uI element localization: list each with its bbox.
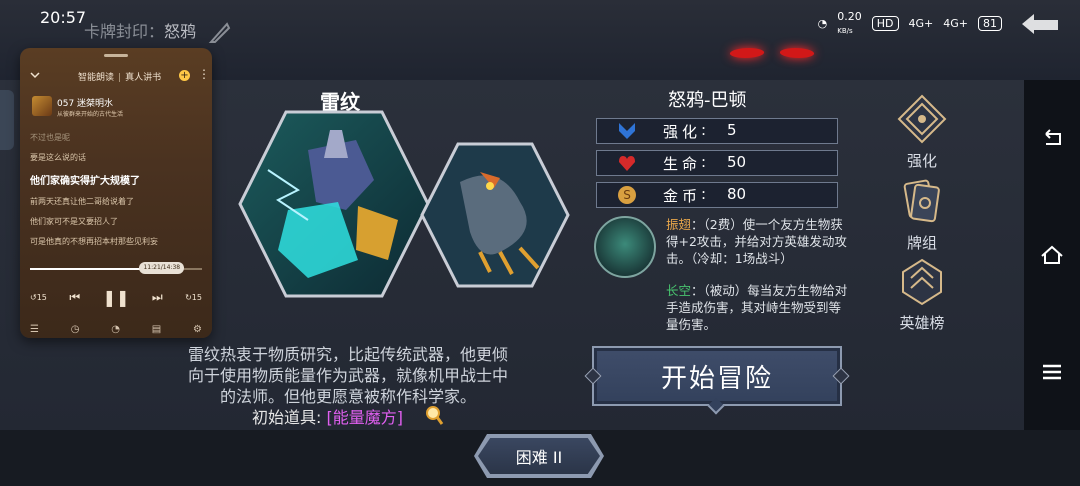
upgrade-icon [619,123,635,139]
stat-label: 强化 [663,123,702,141]
system-nav-bar [1024,80,1080,430]
signal-2: 4G+ [943,16,968,30]
stat-value: 5 [727,121,737,139]
next-icon[interactable]: ⏭ [152,290,163,305]
speed-value: 0.20 [837,10,862,23]
item-prefix: 初始道具: [252,408,322,427]
skill-icon-crow[interactable] [594,216,656,278]
forward-seconds: 15 [191,292,202,302]
network-speed: 0.20 KB/s [837,10,862,36]
svg-text:S: S [623,188,631,202]
back-icon [1045,129,1061,146]
pause-icon[interactable]: ❚❚ [103,288,130,307]
chevron-down-icon[interactable] [30,70,40,80]
nav-home-button[interactable] [1036,239,1068,271]
status-time: 20:57 [40,8,87,27]
lyric-line: 不过也是呢 [30,133,70,142]
book-icon[interactable]: ▤ [152,324,161,335]
lyric-line: 前两天还真让他二哥给说着了 [30,197,134,206]
tab-smart-reading[interactable]: 智能朗读 [78,73,114,83]
skill-name: 长空 [666,283,692,298]
enhance-emblem-icon [897,94,947,144]
heart-icon [619,156,635,171]
stat-gold: S 金币 : 80 [596,182,838,208]
starting-item: 初始道具: [能量魔方] [252,404,403,428]
status-bar: 20:57 ◔ 0.20 KB/s HD 4G+ 4G+ 81 [0,0,1080,36]
floating-audio-player[interactable]: 智能朗读 | 真人讲书 + ⋮ 057 迷桀明水 从彼群来开始的古代生活 不过也是呢… [20,48,212,338]
skill-text: ：（被动）每当友方生物给对手造成伤害，其对峙生物受到等量伤害。 [666,283,848,332]
stat-upgrade: 强化 : 5 [596,118,838,144]
speed-unit: KB/s [837,27,853,35]
hd-badge: HD [871,15,899,31]
start-adventure-button[interactable]: 开始冒险 [584,346,850,415]
speed-icon: ◔ [817,16,828,30]
card-description: 雷纹热衷于物质研究，比起传统武器，他更倾向于使用物质能量作为武器，就像机甲战士中… [187,345,508,406]
menu-label: 英雄榜 [899,314,945,332]
episode-title: 057 迷桀明水 [57,99,114,109]
battery-indicator: 81 [978,15,1002,31]
playback-progress[interactable]: 11:21/14:38 [30,262,202,274]
player-controls: ↺15 ⏮ ❚❚ ⏭ ↻15 [30,288,202,307]
menu-label: 强化 [906,152,937,170]
hero-ranking-emblem-icon [902,258,942,306]
left-edge-tab[interactable] [0,90,14,150]
lyric-line: 可是他真的不想再招本村那些见利妄 [30,237,158,246]
progress-time[interactable]: 11:21/14:38 [139,262,185,274]
drag-handle[interactable] [104,54,128,57]
lyric-line: 他们家可不是又要招人了 [30,217,118,226]
rewind-15-button[interactable]: ↺15 [30,293,47,302]
rewind-seconds: 15 [36,292,47,302]
stat-health: 生命 : 50 [596,150,838,176]
skill-text: ：（2费）使一个友方生物获得+2攻击，并给对方英雄发动攻击。（冷却：1场战斗） [666,217,847,266]
coin-icon: S [618,186,636,204]
nav-back-button[interactable] [1036,122,1068,154]
nav-menu-button[interactable] [1036,356,1068,388]
home-icon [1041,245,1063,264]
player-bottom-toolbar: ☰ ◷ ◔ ▤ ⚙ [30,324,202,335]
difficulty-badge[interactable]: 困难 II [478,438,600,474]
start-button-label: 开始冒险 [660,363,773,394]
stat-separator: : [701,185,707,203]
episode-subtitle: 从彼群来开始的古代生活 [57,111,124,118]
magnifier-icon[interactable] [424,404,444,428]
playlist-icon[interactable]: ☰ [30,324,39,335]
skill-name: 振翅 [666,217,692,232]
tab-human-reading[interactable]: 真人讲书 [125,73,161,83]
item-name-link[interactable]: [能量魔方] [327,408,404,427]
character-portrait-crow[interactable] [420,142,570,288]
status-icons: ◔ 0.20 KB/s HD 4G+ 4G+ 81 [818,10,1002,36]
skill-long-sky: 长空：（被动）每当友方生物给对手造成伤害，其对峙生物受到等量伤害。 [666,282,848,333]
lyric-line: 要是这么说的话 [30,153,86,162]
stat-label: 金币 [663,187,702,205]
timer-icon[interactable]: ◷ [71,324,80,335]
character-name: 怒鸦-巴顿 [668,90,747,111]
lyric-current-line: 他们家确实得扩大规模了 [30,176,140,187]
book-cover [32,96,52,116]
menu-icon [1043,364,1061,379]
menu-hero-ranking[interactable]: 英雄榜 [890,256,954,333]
previous-icon[interactable]: ⏮ [69,290,80,305]
more-icon[interactable]: ⋮ [198,66,210,82]
skill-flap-wings: 振翅：（2费）使一个友方生物获得+2攻击，并给对方英雄发动攻击。（冷却：1场战斗… [666,216,848,267]
stat-separator: : [701,153,707,171]
stat-value: 50 [727,153,747,171]
stat-value: 80 [727,185,747,203]
player-tabs: 智能朗读 | 真人讲书 [78,73,162,83]
signal-1: 4G+ [908,16,934,30]
menu-label: 牌组 [906,234,937,252]
speed-dial-icon[interactable]: ◔ [111,324,120,335]
deck-emblem-icon [903,179,940,223]
stat-label: 生命 [663,155,702,173]
menu-enhance[interactable]: 强化 [890,94,954,171]
add-icon[interactable]: + [179,70,190,81]
menu-deck[interactable]: 牌组 [890,176,954,253]
settings-icon[interactable]: ⚙ [193,324,202,335]
back-arrow-icon[interactable] [1018,10,1062,36]
card-portrait-mech[interactable] [238,110,430,298]
forward-15-button[interactable]: ↻15 [185,293,202,302]
stat-separator: : [701,121,707,139]
